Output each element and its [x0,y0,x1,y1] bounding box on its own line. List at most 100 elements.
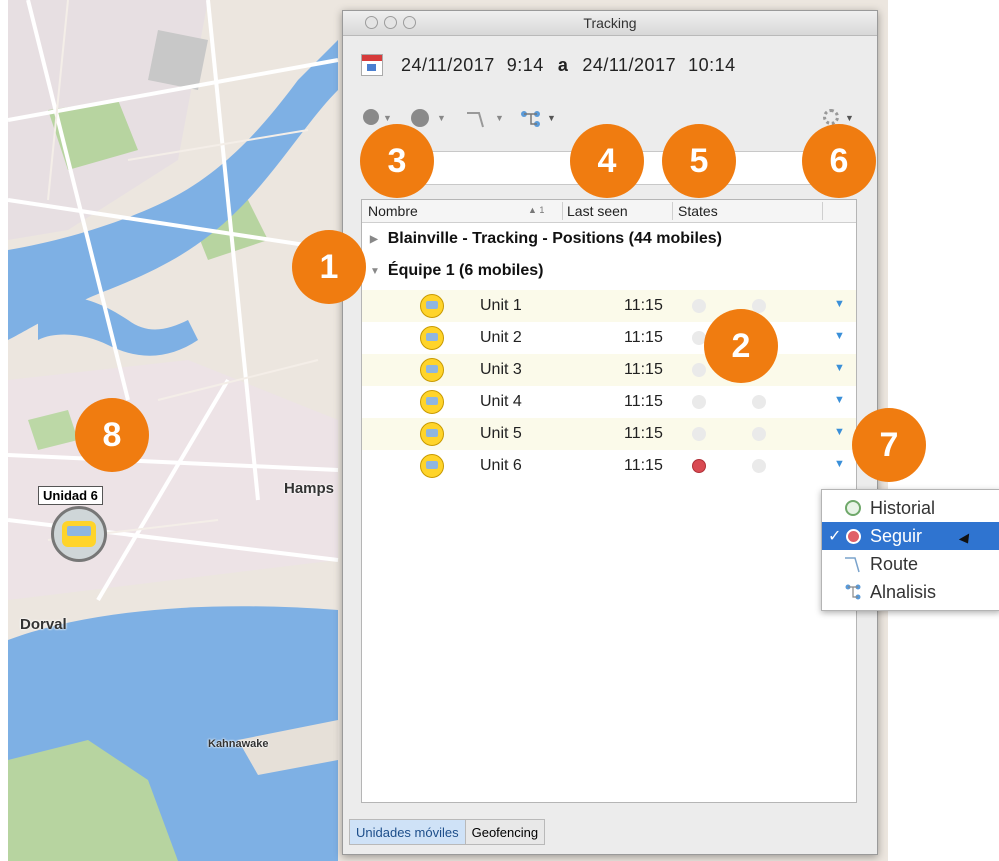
column-divider [822,202,823,220]
vehicle-icon [420,390,444,414]
follow-icon [844,527,862,545]
state-icon [752,427,766,441]
annotation-badge-4: 4 [570,124,644,198]
chevron-down-icon[interactable]: ▼ [834,298,845,310]
table-row[interactable]: Unit 6 11:15 ▼ [362,450,856,482]
group-label: Équipe 1 (6 mobiles) [387,262,544,279]
chevron-down-icon[interactable]: ▼ [834,458,845,470]
to-time[interactable]: 10:14 [688,55,736,76]
unit-last-seen: 11:15 [624,393,663,410]
annotation-badge-7: 7 [852,408,926,482]
annotation-badge-3: 3 [360,124,434,198]
checkmark-icon: ✓ [828,528,842,545]
column-header-last-seen[interactable]: Last seen [567,203,628,219]
menu-item-historial[interactable]: Historial [822,494,999,522]
unit-name: Unit 6 [480,457,522,474]
context-menu: Historial ✓ Seguir Route Alnalisis [821,489,999,611]
column-divider [562,202,563,220]
chevron-down-icon[interactable]: ▼ [834,394,845,406]
map-label-dorval: Dorval [20,616,67,633]
unit-name: Unit 1 [480,297,522,314]
unit-tag-label: Unidad 6 [38,486,103,505]
group-label: Blainville - Tracking - Positions (44 mo… [387,230,723,247]
title-bar[interactable]: Tracking [343,11,877,36]
unit-name: Unit 3 [480,361,522,378]
vehicle-icon [420,326,444,350]
tab-geofencing[interactable]: Geofencing [464,819,546,845]
annotation-badge-6: 6 [802,124,876,198]
unit-last-seen: 11:15 [624,329,663,346]
vehicle-icon [420,454,444,478]
history-icon [844,499,862,517]
menu-item-alnalisis[interactable]: Alnalisis [822,578,999,606]
vehicle-icon [420,358,444,382]
mobile-units-table: Nombre ▲ 1 Last seen States ▶ Blainville… [361,199,857,803]
table-row[interactable]: Unit 4 11:15 ▼ [362,386,856,418]
follow-tool-icon[interactable] [411,109,429,127]
map-label-hampstead: Hamps [284,480,335,497]
annotation-badge-1: 1 [292,230,366,304]
unit-last-seen: 11:15 [624,425,663,442]
route-tool-icon[interactable] [465,109,487,134]
menu-item-label: Historial [870,497,936,518]
state-icon [692,395,706,409]
unit-last-seen: 11:15 [624,361,663,378]
table-row[interactable]: Unit 3 11:15 ▼ [362,354,856,386]
from-date[interactable]: 24/11/2017 [401,55,495,76]
group-row[interactable]: ▼ Équipe 1 (6 mobiles) [362,256,856,286]
chevron-down-icon[interactable]: ▼ [834,362,845,374]
disclosure-down-icon[interactable]: ▼ [370,266,380,277]
annotation-badge-2: 2 [704,309,778,383]
unit-name: Unit 5 [480,425,522,442]
chevron-down-icon[interactable]: ▼ [383,113,392,123]
state-icon [692,427,706,441]
table-row[interactable]: Unit 5 11:15 ▼ [362,418,856,450]
disclosure-right-icon[interactable]: ▶ [370,234,378,245]
calendar-icon[interactable] [361,54,383,76]
group-row[interactable]: ▶ Blainville - Tracking - Positions (44 … [362,224,856,254]
chevron-down-icon[interactable]: ▼ [834,330,845,342]
menu-item-route[interactable]: Route [822,550,999,578]
table-row[interactable]: Unit 2 11:15 ▼ [362,322,856,354]
date-range: 24/11/2017 9:14 a 24/11/2017 10:14 [361,51,748,79]
state-icon [692,299,706,313]
chevron-down-icon[interactable]: ▼ [845,113,854,123]
analysis-tool-icon[interactable] [519,109,543,134]
history-tool-icon[interactable] [363,109,379,125]
column-divider [672,202,673,220]
unit-last-seen: 11:15 [624,457,663,474]
state-icon [692,363,706,377]
sort-indicator: ▲ 1 [528,205,545,215]
from-time[interactable]: 9:14 [507,55,544,76]
unit-name: Unit 4 [480,393,522,410]
menu-item-seguir[interactable]: ✓ Seguir [822,522,999,550]
menu-item-label: Seguir [870,525,923,546]
window-title: Tracking [583,15,637,31]
vehicle-marker-icon[interactable] [51,506,107,562]
follow-state-icon [692,459,706,473]
analysis-icon [844,583,862,601]
state-icon [752,459,766,473]
menu-item-label: Route [870,553,919,574]
annotation-badge-5: 5 [662,124,736,198]
table-header: Nombre ▲ 1 Last seen States [362,200,856,223]
map-label-kahnawake: Kahnawake [208,738,269,750]
bottom-tabs: Unidades móviles Geofencing [349,819,546,845]
menu-item-label: Alnalisis [870,581,937,602]
date-separator: a [557,54,569,75]
column-header-states[interactable]: States [678,203,718,219]
table-row[interactable]: Unit 1 11:15 ▼ [362,290,856,322]
chevron-down-icon[interactable]: ▼ [495,113,504,123]
column-header-name[interactable]: Nombre [368,203,418,219]
chevron-down-icon[interactable]: ▼ [547,113,556,123]
vehicle-icon [420,422,444,446]
gear-icon[interactable] [823,109,839,125]
tab-unidades-moviles[interactable]: Unidades móviles [349,819,466,845]
route-icon [844,555,862,573]
chevron-down-icon[interactable]: ▼ [437,113,446,123]
chevron-down-icon[interactable]: ▼ [834,426,845,438]
to-date[interactable]: 24/11/2017 [582,55,676,76]
unit-name: Unit 2 [480,329,522,346]
state-icon [752,395,766,409]
annotation-badge-8: 8 [75,398,149,472]
